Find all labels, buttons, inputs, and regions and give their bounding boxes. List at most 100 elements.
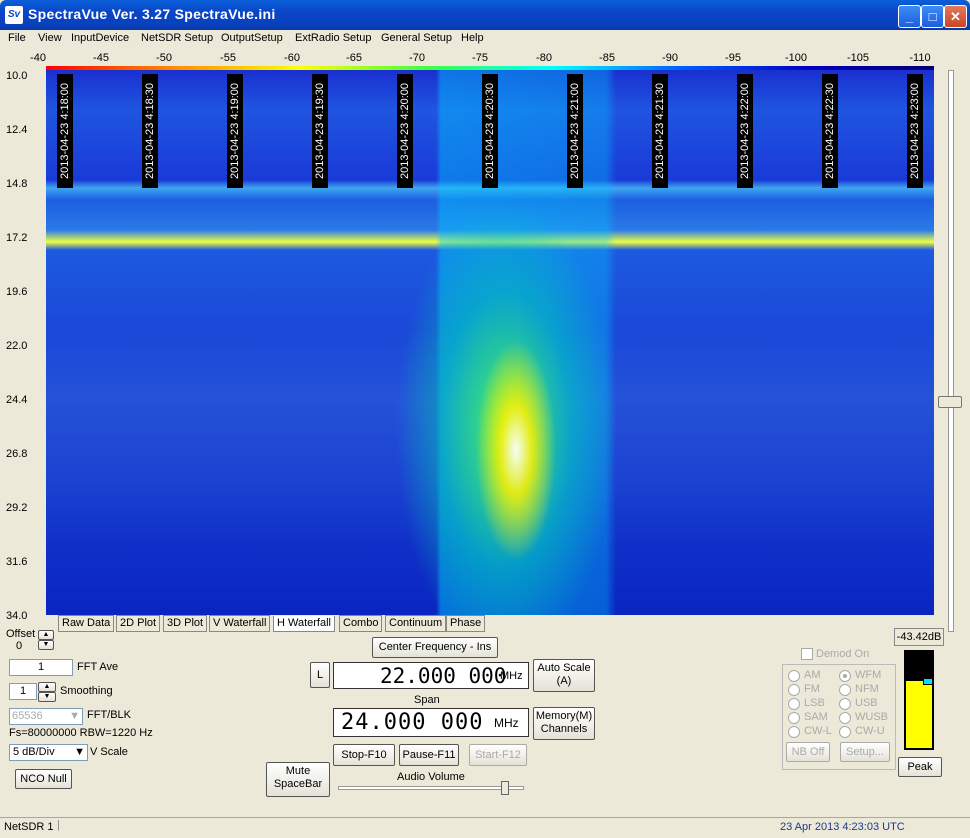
timestamp-label: 2013-04-23 4:22:30 <box>822 74 838 188</box>
tab-continuum[interactable]: Continuum <box>385 615 447 632</box>
offset-value: 0 <box>16 640 23 652</box>
timestamp-label: 2013-04-23 4:20:30 <box>482 74 498 188</box>
span-value: 24.000 000 <box>341 710 484 735</box>
radio-cw-l[interactable] <box>788 726 800 738</box>
center-frequency-display[interactable]: 22.000 000 MHz <box>333 662 529 689</box>
fs-readout: Fs=80000000 RBW=1220 Hz <box>9 727 153 739</box>
status-bar: NetSDR 1 | 23 Apr 2013 4:23:03 UTC <box>0 817 970 838</box>
menu-netsdr-setup[interactable]: NetSDR Setup <box>141 32 213 44</box>
start-button[interactable]: Start-F12 <box>469 744 527 766</box>
menu-help[interactable]: Help <box>461 32 484 44</box>
mode-nfm-label: NFM <box>855 683 879 695</box>
y-axis-label: 14.8 <box>6 178 28 190</box>
mode-wfm-label: WFM <box>855 669 882 681</box>
window-title: SpectraVue Ver. 3.27 SpectraVue.ini <box>28 6 276 22</box>
audio-volume-label: Audio Volume <box>397 771 465 783</box>
scale-tick: -40 <box>30 52 46 64</box>
nco-null-button[interactable]: NCO Null <box>15 769 72 789</box>
tab-combo[interactable]: Combo <box>339 615 383 632</box>
center-frequency-button[interactable]: Center Frequency - Ins <box>372 637 498 658</box>
mute-button[interactable]: Mute SpaceBar <box>266 762 330 797</box>
scale-tick: -60 <box>284 52 300 64</box>
fft-ave-input[interactable]: 1 <box>9 659 73 676</box>
scale-tick: -100 <box>784 52 808 64</box>
timestamp-label: 2013-04-23 4:22:00 <box>737 74 753 188</box>
timestamp-label: 2013-04-23 4:18:30 <box>142 74 158 188</box>
mode-cw-l-label: CW-L <box>804 725 832 737</box>
y-axis-label: 22.0 <box>6 340 28 352</box>
auto-scale-button[interactable]: Auto Scale (A) <box>533 659 595 692</box>
radio-nfm[interactable] <box>839 684 851 696</box>
setup-button[interactable]: Setup... <box>840 742 890 762</box>
audio-volume-track[interactable] <box>338 786 524 790</box>
radio-wusb[interactable] <box>839 712 851 724</box>
smoothing-label: Smoothing <box>60 685 113 697</box>
maximize-button[interactable]: □ <box>921 5 944 28</box>
mode-usb-label: USB <box>855 697 878 709</box>
title-bar[interactable]: Sv SpectraVue Ver. 3.27 SpectraVue.ini _… <box>0 0 970 30</box>
scale-tick: -85 <box>599 52 615 64</box>
y-axis-label: 29.2 <box>6 502 28 514</box>
l-button[interactable]: L <box>310 662 330 688</box>
vscale-select[interactable]: 5 dB/Div ▼ <box>9 744 88 761</box>
chevron-down-icon: ▼ <box>69 710 80 722</box>
radio-usb[interactable] <box>839 698 851 710</box>
mute-label: Mute <box>285 765 311 777</box>
smoothing-up-button[interactable]: ▲ <box>38 682 56 692</box>
tab-h-waterfall[interactable]: H Waterfall <box>273 616 335 632</box>
timestamp-label: 2013-04-23 4:23:00 <box>907 74 923 188</box>
status-datetime: 23 Apr 2013 4:23:03 UTC <box>780 821 905 833</box>
channels-label: Channels <box>540 723 588 735</box>
level-readout: -43.42dB <box>894 628 944 646</box>
tab-3d-plot[interactable]: 3D Plot <box>163 615 208 632</box>
peak-button[interactable]: Peak <box>898 757 942 777</box>
tab-raw-data[interactable]: Raw Data <box>58 615 115 632</box>
fft-blk-select[interactable]: 65536 ▼ <box>9 708 83 725</box>
mode-sam-label: SAM <box>804 711 828 723</box>
radio-lsb[interactable] <box>788 698 800 710</box>
status-divider: | <box>57 819 60 831</box>
radio-wfm[interactable] <box>839 670 851 682</box>
tab-phase[interactable]: Phase <box>446 615 486 632</box>
y-axis-label: 34.0 <box>6 610 28 622</box>
status-device: NetSDR 1 <box>4 821 54 833</box>
scale-tick: -110 <box>909 52 931 64</box>
memory-channels-button[interactable]: Memory(M) Channels <box>533 707 595 740</box>
smoothing-input[interactable]: 1 <box>9 683 37 700</box>
scale-tick: -80 <box>536 52 552 64</box>
radio-fm[interactable] <box>788 684 800 696</box>
waterfall-display[interactable]: 2013-04-23 4:18:00 2013-04-23 4:18:30 20… <box>46 70 934 615</box>
y-axis-label: 17.2 <box>6 232 28 244</box>
tab-v-waterfall[interactable]: V Waterfall <box>209 615 271 632</box>
pause-button[interactable]: Pause-F11 <box>399 744 459 766</box>
smoothing-down-button[interactable]: ▼ <box>38 692 56 702</box>
radio-cw-u[interactable] <box>839 726 851 738</box>
vertical-slider-thumb[interactable] <box>938 396 962 408</box>
radio-sam[interactable] <box>788 712 800 724</box>
radio-am[interactable] <box>788 670 800 682</box>
minimize-button[interactable]: _ <box>898 5 921 28</box>
y-axis-label: 12.4 <box>6 124 28 136</box>
span-display[interactable]: 24.000 000 MHz <box>333 708 529 737</box>
stop-button[interactable]: Stop-F10 <box>333 744 395 766</box>
menu-extradio-setup[interactable]: ExtRadio Setup <box>295 32 371 44</box>
nb-off-button[interactable]: NB Off <box>786 742 830 762</box>
close-button[interactable]: ✕ <box>944 5 967 28</box>
menu-file[interactable]: File <box>8 32 26 44</box>
memory-label: Memory(M) <box>535 710 593 722</box>
vertical-slider-track[interactable] <box>948 70 954 632</box>
signal-peak-marker <box>923 678 933 685</box>
vscale-label: V Scale <box>90 746 128 758</box>
menu-view[interactable]: View <box>38 32 62 44</box>
offset-label: Offset <box>6 628 36 640</box>
audio-volume-slider[interactable] <box>500 781 509 795</box>
demod-on-checkbox[interactable] <box>801 648 813 660</box>
timestamp-label: 2013-04-23 4:21:00 <box>567 74 583 188</box>
menu-outputsetup[interactable]: OutputSetup <box>221 32 283 44</box>
menu-inputdevice[interactable]: InputDevice <box>71 32 129 44</box>
menu-general-setup[interactable]: General Setup <box>381 32 452 44</box>
offset-up-button[interactable]: ▲ <box>38 630 54 640</box>
tab-2d-plot[interactable]: 2D Plot <box>116 615 161 632</box>
offset-down-button[interactable]: ▼ <box>38 640 54 650</box>
scale-tick: -95 <box>725 52 741 64</box>
